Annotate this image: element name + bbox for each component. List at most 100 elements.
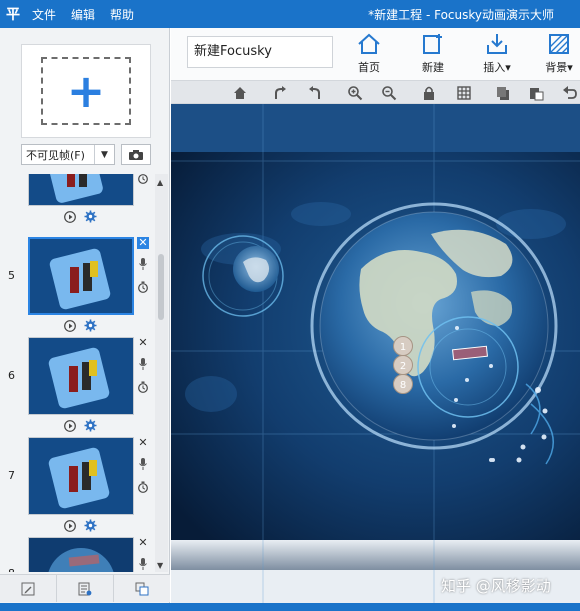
frame-thumbnail[interactable] bbox=[28, 437, 134, 515]
home-label: 首页 bbox=[358, 61, 380, 74]
delete-frame-icon[interactable]: ✕ bbox=[138, 337, 147, 349]
background-label: 背景▾ bbox=[545, 61, 573, 74]
canvas-tools-bar bbox=[171, 80, 580, 104]
microphone-icon[interactable] bbox=[138, 257, 148, 274]
menu-edit[interactable]: 编辑 bbox=[65, 6, 104, 23]
gear-icon[interactable] bbox=[84, 319, 97, 332]
path-marker-label: 2 bbox=[400, 361, 406, 372]
dropdown-arrow-icon[interactable]: ▼ bbox=[94, 145, 114, 164]
gear-icon[interactable] bbox=[84, 419, 97, 432]
frame-controls bbox=[64, 319, 97, 332]
microphone-icon[interactable] bbox=[138, 557, 148, 572]
home-button[interactable]: 首页 bbox=[343, 30, 395, 78]
menu-help[interactable]: 帮助 bbox=[104, 6, 143, 23]
play-icon[interactable] bbox=[64, 210, 76, 223]
thumbnail-preview bbox=[29, 538, 133, 572]
frame-thumbnail[interactable] bbox=[28, 174, 134, 206]
frame-side-tools bbox=[136, 174, 150, 187]
background-button[interactable]: 背景▾ bbox=[533, 30, 580, 78]
frame-visibility-select[interactable]: 不可见帧(F) ▼ bbox=[21, 144, 115, 165]
list-star-icon bbox=[78, 582, 92, 595]
lock-icon[interactable] bbox=[421, 85, 437, 101]
app-logo: 平 bbox=[6, 7, 20, 23]
frame-list-button[interactable] bbox=[57, 575, 114, 602]
microphone-icon[interactable] bbox=[138, 457, 148, 474]
edit-frame-button[interactable] bbox=[0, 575, 57, 602]
thumbnail-preview bbox=[29, 438, 133, 514]
frame-thumbnail-row-7[interactable]: 7 ✕ bbox=[0, 437, 155, 537]
new-frame-button[interactable]: 新建 bbox=[407, 30, 459, 78]
insert-icon bbox=[487, 34, 507, 54]
frame-thumbnail-row-6[interactable]: 6 ✕ bbox=[0, 337, 155, 437]
delete-frame-icon[interactable]: ✕ bbox=[137, 237, 149, 249]
home-view-icon[interactable] bbox=[232, 85, 248, 101]
timer-icon[interactable] bbox=[137, 481, 149, 496]
frame-thumbnail[interactable] bbox=[28, 537, 134, 572]
frame-thumbnail-row-5[interactable]: 5 ✕ bbox=[0, 237, 155, 337]
frame-visibility-value: 不可见帧(F) bbox=[26, 148, 85, 162]
title-bar: 平 文件 编辑 帮助 *新建工程 - Focusky动画演示大师 bbox=[0, 0, 580, 28]
undo-icon[interactable] bbox=[562, 85, 578, 101]
camera-button[interactable] bbox=[121, 144, 151, 165]
insert-label: 插入▾ bbox=[483, 61, 511, 74]
zoom-out-icon[interactable] bbox=[381, 85, 397, 101]
frame-order-button[interactable] bbox=[114, 575, 170, 602]
delete-frame-icon[interactable]: ✕ bbox=[138, 537, 147, 549]
zoom-in-icon[interactable] bbox=[347, 85, 363, 101]
window-title: *新建工程 - Focusky动画演示大师 bbox=[368, 8, 554, 22]
thumbnail-preview bbox=[30, 239, 132, 313]
copy-icon[interactable] bbox=[495, 85, 511, 101]
insert-button[interactable]: 插入▾ bbox=[471, 30, 523, 78]
canvas-artwork: 1 2 8 bbox=[171, 104, 580, 611]
thumbnail-preview bbox=[29, 174, 133, 205]
microphone-icon[interactable] bbox=[138, 357, 148, 374]
status-bar bbox=[0, 603, 580, 611]
play-icon[interactable] bbox=[64, 419, 76, 432]
frame-thumbnail[interactable] bbox=[28, 337, 134, 415]
pencil-icon bbox=[21, 582, 35, 595]
frame-panel: + 不可见帧(F) ▼ 5 ✕ 6 ✕ 7 ✕ ✕ ▲ ▼ bbox=[0, 28, 170, 611]
project-name-field[interactable]: 新建Focusky bbox=[187, 36, 333, 68]
paste-icon[interactable] bbox=[528, 85, 544, 101]
scroll-down-arrow-icon[interactable]: ▼ bbox=[157, 561, 163, 570]
camera-icon bbox=[129, 149, 143, 160]
delete-frame-icon[interactable]: ✕ bbox=[138, 437, 147, 449]
gear-icon[interactable] bbox=[84, 519, 97, 532]
scrollbar-thumb[interactable] bbox=[158, 254, 164, 320]
layers-icon bbox=[135, 582, 149, 595]
frame-thumbnail-list: 5 ✕ 6 ✕ 7 ✕ ✕ bbox=[0, 174, 155, 572]
frame-controls bbox=[64, 519, 97, 532]
play-icon[interactable] bbox=[64, 319, 76, 332]
frame-thumbnail-row-4[interactable] bbox=[0, 174, 155, 228]
rotate-right-icon[interactable] bbox=[272, 85, 288, 101]
timer-icon[interactable] bbox=[137, 174, 149, 187]
frame-number: 7 bbox=[8, 469, 15, 482]
presentation-canvas[interactable]: 1 2 8 bbox=[171, 104, 580, 611]
frame-controls bbox=[64, 210, 97, 223]
frame-controls bbox=[64, 419, 97, 432]
home-icon bbox=[358, 33, 380, 54]
timer-icon[interactable] bbox=[137, 381, 149, 396]
gear-icon[interactable] bbox=[84, 210, 97, 223]
thumbnail-preview bbox=[29, 338, 133, 414]
frame-thumbnail-selected[interactable] bbox=[28, 237, 134, 315]
path-marker-label: 1 bbox=[400, 342, 406, 353]
frame-thumbnail-row-8[interactable]: 8 ✕ bbox=[0, 537, 155, 572]
frame-number: 6 bbox=[8, 369, 15, 382]
new-frame-label: 新建 bbox=[422, 61, 444, 74]
background-icon bbox=[549, 34, 569, 54]
timer-icon[interactable] bbox=[137, 281, 149, 296]
add-frame-button[interactable]: + bbox=[21, 44, 151, 138]
add-frame-dashed-box: + bbox=[41, 57, 131, 125]
menu-file[interactable]: 文件 bbox=[26, 6, 65, 23]
scroll-up-arrow-icon[interactable]: ▲ bbox=[157, 178, 163, 187]
main-toolbar: 新建Focusky 首页 新建 插入▾ 背景▾ bbox=[171, 28, 580, 80]
frame-side-tools: ✕ bbox=[136, 237, 150, 296]
rotate-left-icon[interactable] bbox=[307, 85, 323, 101]
frame-side-tools: ✕ bbox=[136, 337, 150, 396]
frame-number: 8 bbox=[8, 567, 15, 572]
play-icon[interactable] bbox=[64, 519, 76, 532]
grid-icon[interactable] bbox=[456, 85, 472, 101]
frame-side-tools: ✕ bbox=[136, 537, 150, 572]
thumbnail-scrollbar[interactable]: ▲ ▼ bbox=[155, 174, 168, 572]
